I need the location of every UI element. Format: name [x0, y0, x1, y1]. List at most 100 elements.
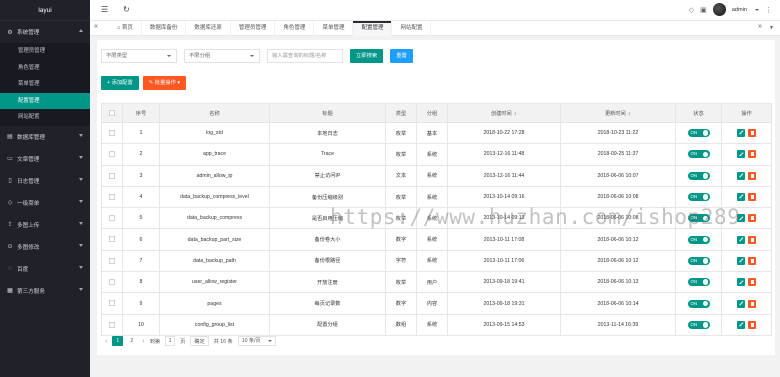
status-cell: ON — [675, 313, 722, 336]
delete-icon[interactable] — [748, 256, 756, 265]
per-page-select[interactable]: 10 条/页 — [237, 336, 276, 346]
row-checkbox[interactable] — [109, 172, 115, 179]
delete-icon[interactable] — [748, 129, 756, 138]
edit-icon[interactable] — [737, 193, 745, 202]
edit-icon[interactable] — [737, 278, 745, 287]
sidebar-subitem[interactable]: 网站配置 — [0, 109, 90, 126]
tab-item[interactable]: 角色管理 — [275, 21, 315, 36]
status-toggle[interactable]: ON — [687, 320, 710, 329]
tag-icon[interactable]: ◇ — [689, 6, 694, 14]
status-toggle[interactable]: ON — [687, 256, 710, 265]
table-cell: 系统 — [416, 143, 448, 166]
page-scrollbar[interactable] — [776, 36, 780, 377]
operation-cell — [721, 143, 772, 166]
sidebar-item[interactable]: ▦ 第三方服务 — [0, 280, 90, 302]
chevron-down-icon[interactable] — [755, 8, 759, 11]
sort-icon[interactable]: ⇕ — [514, 111, 517, 116]
row-checkbox[interactable] — [109, 151, 115, 158]
delete-icon[interactable] — [748, 214, 756, 223]
tabs-prev-icon[interactable]: « — [94, 23, 98, 30]
lock-screen-icon[interactable]: ▣ — [700, 6, 707, 14]
group-select[interactable]: 不限分组 — [184, 49, 260, 63]
row-checkbox[interactable] — [109, 236, 115, 243]
sidebar-subitem[interactable]: 菜单管理 — [0, 76, 90, 93]
edit-icon[interactable] — [737, 214, 745, 223]
sidebar-item[interactable]: ◇ 一级菜单 — [0, 192, 90, 214]
menu-toggle-icon[interactable]: ☰ — [101, 5, 108, 14]
row-checkbox[interactable] — [109, 321, 115, 328]
sidebar-subitem[interactable]: 配置管理 — [0, 92, 90, 109]
select-all-checkbox[interactable] — [109, 109, 115, 116]
edit-icon[interactable] — [737, 320, 745, 329]
tabs-next-icon[interactable]: » — [758, 23, 762, 30]
add-config-button[interactable]: + 添加配置 — [101, 76, 139, 90]
search-button[interactable]: 立即搜索 — [350, 49, 384, 63]
status-toggle[interactable]: ON — [687, 299, 710, 308]
row-checkbox[interactable] — [109, 215, 115, 222]
row-checkbox[interactable] — [109, 279, 115, 286]
tabs-menu-icon[interactable]: ▼ — [769, 25, 774, 31]
sidebar-item[interactable]: ▯ 日志管理 — [0, 170, 90, 192]
edit-icon[interactable] — [737, 235, 745, 244]
status-toggle[interactable]: ON — [687, 129, 710, 138]
edit-icon[interactable] — [737, 299, 745, 308]
tab-item[interactable]: 管理员管理 — [231, 21, 276, 36]
type-select[interactable]: 不限类型 — [101, 49, 177, 63]
edit-icon[interactable] — [737, 150, 745, 159]
edit-icon[interactable] — [737, 256, 745, 265]
edit-icon[interactable] — [737, 129, 745, 138]
row-checkbox[interactable] — [109, 193, 115, 200]
delete-icon[interactable] — [748, 299, 756, 308]
table-cell: 2013-09-15 14:53 — [447, 313, 561, 336]
tab-item[interactable]: 数据库还原 — [186, 21, 231, 36]
sidebar-subitem[interactable]: 管理员管理 — [0, 43, 90, 60]
tab-item[interactable]: ⌂ 首页 — [109, 21, 142, 36]
tab-label: 网站配置 — [400, 25, 423, 31]
sidebar-item[interactable]: ⊙ 多图修改 — [0, 236, 90, 258]
sidebar-item[interactable]: ⚙ 系统管理 — [0, 21, 90, 43]
tab-item[interactable]: 数据库备份 — [142, 21, 187, 36]
delete-icon[interactable] — [748, 235, 756, 244]
tab-item[interactable]: 配置管理 — [353, 21, 393, 36]
status-toggle[interactable]: ON — [687, 278, 710, 287]
goto-page-input[interactable]: 1 — [165, 336, 176, 346]
app-logo[interactable]: layui — [0, 0, 90, 21]
delete-icon[interactable] — [748, 150, 756, 159]
status-toggle[interactable]: ON — [687, 193, 710, 202]
refresh-icon[interactable]: ↻ — [123, 5, 130, 14]
row-checkbox[interactable] — [109, 300, 115, 307]
sidebar-item[interactable]: ▭ 文章管理 — [0, 148, 90, 170]
batch-action-button[interactable]: ✎ 批量操作 ▾ — [142, 76, 186, 90]
prev-page-icon[interactable]: ‹ — [105, 338, 107, 345]
goto-confirm-button[interactable]: 确定 — [190, 336, 209, 346]
reset-button[interactable]: 重置 — [390, 49, 413, 63]
row-checkbox[interactable] — [109, 257, 115, 264]
page-number[interactable]: 1 — [112, 336, 124, 346]
row-checkbox[interactable] — [109, 129, 115, 136]
delete-icon[interactable] — [748, 193, 756, 202]
tab-item[interactable]: 菜单管理 — [314, 21, 354, 36]
tab-item[interactable]: 网站配置 — [392, 21, 432, 36]
page-number[interactable]: 2 — [126, 336, 137, 346]
more-icon[interactable]: ⋮ — [765, 6, 772, 14]
keyword-input[interactable]: 输入需查询的标题/名称 — [267, 49, 343, 63]
status-toggle[interactable]: ON — [687, 214, 710, 223]
edit-icon[interactable] — [737, 171, 745, 180]
chevron-down-icon — [79, 221, 83, 225]
toggle-knob — [702, 300, 709, 307]
next-page-icon[interactable]: › — [142, 338, 144, 345]
sidebar-item[interactable]: ▤ 数据库管理 — [0, 126, 90, 148]
delete-icon[interactable] — [748, 278, 756, 287]
status-toggle[interactable]: ON — [687, 235, 710, 244]
user-name[interactable]: admin — [732, 7, 747, 13]
avatar[interactable] — [712, 3, 726, 16]
sort-icon[interactable]: ⇕ — [628, 111, 631, 116]
delete-icon[interactable] — [748, 171, 756, 180]
sidebar-item[interactable]: ⇪ 多图上传 — [0, 214, 90, 236]
sidebar-subitem[interactable]: 角色管理 — [0, 60, 90, 77]
delete-icon[interactable] — [748, 320, 756, 329]
status-toggle[interactable]: ON — [687, 150, 710, 159]
table-cell: 本地日志 — [269, 121, 386, 145]
status-toggle[interactable]: ON — [687, 171, 710, 180]
sidebar-item[interactable]: ◌ 百度 — [0, 258, 90, 280]
